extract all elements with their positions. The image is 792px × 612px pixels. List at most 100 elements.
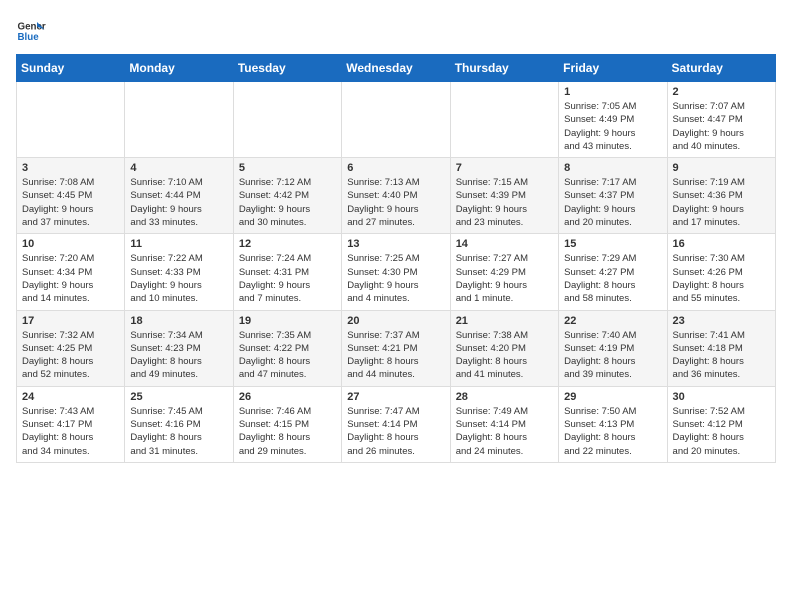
- calendar-cell: 29 Sunrise: 7:50 AM Sunset: 4:13 PM Dayli…: [559, 386, 667, 462]
- calendar-cell: 14 Sunrise: 7:27 AM Sunset: 4:29 PM Dayli…: [450, 234, 558, 310]
- calendar-cell: 25Sunrise: 7:45 AM Sunset: 4:16 PM Dayli…: [125, 386, 233, 462]
- day-info: Sunrise: 7:15 AM Sunset: 4:39 PM Dayligh…: [456, 176, 553, 229]
- day-info: Sunrise: 7:43 AM Sunset: 4:17 PM Dayligh…: [22, 405, 119, 458]
- weekday-header-monday: Monday: [125, 55, 233, 82]
- day-info: Sunrise: 7:40 AM Sunset: 4:19 PM Dayligh…: [564, 329, 661, 382]
- day-number: 5: [239, 162, 336, 174]
- day-number: 15: [564, 238, 661, 250]
- calendar-cell: 16 Sunrise: 7:30 AM Sunset: 4:26 PM Dayli…: [667, 234, 775, 310]
- day-number: 8: [564, 162, 661, 174]
- calendar-cell: 18Sunrise: 7:34 AM Sunset: 4:23 PM Dayli…: [125, 310, 233, 386]
- calendar-cell: 23 Sunrise: 7:41 AM Sunset: 4:18 PM Dayli…: [667, 310, 775, 386]
- day-info: Sunrise: 7:34 AM Sunset: 4:23 PM Dayligh…: [130, 329, 227, 382]
- calendar-cell: [450, 82, 558, 158]
- logo-icon: General Blue: [16, 16, 46, 46]
- day-info: Sunrise: 7:50 AM Sunset: 4:13 PM Dayligh…: [564, 405, 661, 458]
- calendar-cell: 28 Sunrise: 7:49 AM Sunset: 4:14 PM Dayli…: [450, 386, 558, 462]
- weekday-header-thursday: Thursday: [450, 55, 558, 82]
- day-number: 4: [130, 162, 227, 174]
- calendar-cell: 22 Sunrise: 7:40 AM Sunset: 4:19 PM Dayli…: [559, 310, 667, 386]
- day-number: 26: [239, 391, 336, 403]
- calendar-cell: [233, 82, 341, 158]
- calendar-table: SundayMondayTuesdayWednesdayThursdayFrid…: [16, 54, 776, 463]
- day-number: 14: [456, 238, 553, 250]
- day-info: Sunrise: 7:32 AM Sunset: 4:25 PM Dayligh…: [22, 329, 119, 382]
- calendar-cell: 2Sunrise: 7:07 AM Sunset: 4:47 PM Daylig…: [667, 82, 775, 158]
- day-info: Sunrise: 7:13 AM Sunset: 4:40 PM Dayligh…: [347, 176, 444, 229]
- day-number: 13: [347, 238, 444, 250]
- weekday-header-wednesday: Wednesday: [342, 55, 450, 82]
- calendar-cell: 11 Sunrise: 7:22 AM Sunset: 4:33 PM Dayli…: [125, 234, 233, 310]
- calendar-cell: 5 Sunrise: 7:12 AM Sunset: 4:42 PM Daylig…: [233, 158, 341, 234]
- day-info: Sunrise: 7:17 AM Sunset: 4:37 PM Dayligh…: [564, 176, 661, 229]
- day-number: 1: [564, 86, 661, 98]
- calendar-cell: 4 Sunrise: 7:10 AM Sunset: 4:44 PM Daylig…: [125, 158, 233, 234]
- day-number: 17: [22, 315, 119, 327]
- day-info: Sunrise: 7:12 AM Sunset: 4:42 PM Dayligh…: [239, 176, 336, 229]
- day-info: Sunrise: 7:19 AM Sunset: 4:36 PM Dayligh…: [673, 176, 770, 229]
- calendar-cell: 19 Sunrise: 7:35 AM Sunset: 4:22 PM Dayli…: [233, 310, 341, 386]
- calendar-cell: [17, 82, 125, 158]
- day-info: Sunrise: 7:24 AM Sunset: 4:31 PM Dayligh…: [239, 252, 336, 305]
- calendar-cell: 27 Sunrise: 7:47 AM Sunset: 4:14 PM Dayli…: [342, 386, 450, 462]
- calendar-cell: 10 Sunrise: 7:20 AM Sunset: 4:34 PM Dayli…: [17, 234, 125, 310]
- day-info: Sunrise: 7:20 AM Sunset: 4:34 PM Dayligh…: [22, 252, 119, 305]
- day-info: Sunrise: 7:47 AM Sunset: 4:14 PM Dayligh…: [347, 405, 444, 458]
- calendar-header-row: SundayMondayTuesdayWednesdayThursdayFrid…: [17, 55, 776, 82]
- day-info: Sunrise: 7:08 AM Sunset: 4:45 PM Dayligh…: [22, 176, 119, 229]
- calendar-cell: 12 Sunrise: 7:24 AM Sunset: 4:31 PM Dayli…: [233, 234, 341, 310]
- weekday-header-saturday: Saturday: [667, 55, 775, 82]
- day-number: 19: [239, 315, 336, 327]
- day-number: 9: [673, 162, 770, 174]
- calendar-cell: 30 Sunrise: 7:52 AM Sunset: 4:12 PM Dayli…: [667, 386, 775, 462]
- calendar-week-row: 24 Sunrise: 7:43 AM Sunset: 4:17 PM Dayli…: [17, 386, 776, 462]
- logo: General Blue: [16, 16, 46, 46]
- calendar-cell: 24 Sunrise: 7:43 AM Sunset: 4:17 PM Dayli…: [17, 386, 125, 462]
- calendar-cell: 17 Sunrise: 7:32 AM Sunset: 4:25 PM Dayli…: [17, 310, 125, 386]
- day-number: 7: [456, 162, 553, 174]
- day-info: Sunrise: 7:22 AM Sunset: 4:33 PM Dayligh…: [130, 252, 227, 305]
- day-info: Sunrise: 7:10 AM Sunset: 4:44 PM Dayligh…: [130, 176, 227, 229]
- calendar-cell: 7 Sunrise: 7:15 AM Sunset: 4:39 PM Daylig…: [450, 158, 558, 234]
- calendar-cell: 21Sunrise: 7:38 AM Sunset: 4:20 PM Dayli…: [450, 310, 558, 386]
- day-info: Sunrise: 7:25 AM Sunset: 4:30 PM Dayligh…: [347, 252, 444, 305]
- weekday-header-tuesday: Tuesday: [233, 55, 341, 82]
- calendar-cell: 13 Sunrise: 7:25 AM Sunset: 4:30 PM Dayli…: [342, 234, 450, 310]
- day-number: 21: [456, 315, 553, 327]
- day-info: Sunrise: 7:35 AM Sunset: 4:22 PM Dayligh…: [239, 329, 336, 382]
- calendar-cell: 15 Sunrise: 7:29 AM Sunset: 4:27 PM Dayli…: [559, 234, 667, 310]
- day-info: Sunrise: 7:46 AM Sunset: 4:15 PM Dayligh…: [239, 405, 336, 458]
- day-number: 23: [673, 315, 770, 327]
- day-info: Sunrise: 7:30 AM Sunset: 4:26 PM Dayligh…: [673, 252, 770, 305]
- day-info: Sunrise: 7:49 AM Sunset: 4:14 PM Dayligh…: [456, 405, 553, 458]
- weekday-header-friday: Friday: [559, 55, 667, 82]
- day-info: Sunrise: 7:29 AM Sunset: 4:27 PM Dayligh…: [564, 252, 661, 305]
- day-number: 29: [564, 391, 661, 403]
- calendar-cell: [342, 82, 450, 158]
- day-number: 27: [347, 391, 444, 403]
- calendar-cell: [125, 82, 233, 158]
- svg-text:Blue: Blue: [18, 32, 40, 43]
- day-number: 3: [22, 162, 119, 174]
- day-info: Sunrise: 7:37 AM Sunset: 4:21 PM Dayligh…: [347, 329, 444, 382]
- day-number: 12: [239, 238, 336, 250]
- day-number: 24: [22, 391, 119, 403]
- calendar-cell: 20Sunrise: 7:37 AM Sunset: 4:21 PM Dayli…: [342, 310, 450, 386]
- calendar-week-row: 1Sunrise: 7:05 AM Sunset: 4:49 PM Daylig…: [17, 82, 776, 158]
- day-number: 28: [456, 391, 553, 403]
- calendar-cell: 3 Sunrise: 7:08 AM Sunset: 4:45 PM Daylig…: [17, 158, 125, 234]
- day-info: Sunrise: 7:27 AM Sunset: 4:29 PM Dayligh…: [456, 252, 553, 305]
- day-info: Sunrise: 7:52 AM Sunset: 4:12 PM Dayligh…: [673, 405, 770, 458]
- day-number: 10: [22, 238, 119, 250]
- day-number: 22: [564, 315, 661, 327]
- day-number: 11: [130, 238, 227, 250]
- page-header: General Blue: [16, 16, 776, 46]
- calendar-cell: 26 Sunrise: 7:46 AM Sunset: 4:15 PM Dayli…: [233, 386, 341, 462]
- calendar-week-row: 3 Sunrise: 7:08 AM Sunset: 4:45 PM Daylig…: [17, 158, 776, 234]
- calendar-week-row: 17 Sunrise: 7:32 AM Sunset: 4:25 PM Dayli…: [17, 310, 776, 386]
- day-number: 30: [673, 391, 770, 403]
- calendar-week-row: 10 Sunrise: 7:20 AM Sunset: 4:34 PM Dayli…: [17, 234, 776, 310]
- day-info: Sunrise: 7:45 AM Sunset: 4:16 PM Dayligh…: [130, 405, 227, 458]
- day-number: 16: [673, 238, 770, 250]
- day-info: Sunrise: 7:41 AM Sunset: 4:18 PM Dayligh…: [673, 329, 770, 382]
